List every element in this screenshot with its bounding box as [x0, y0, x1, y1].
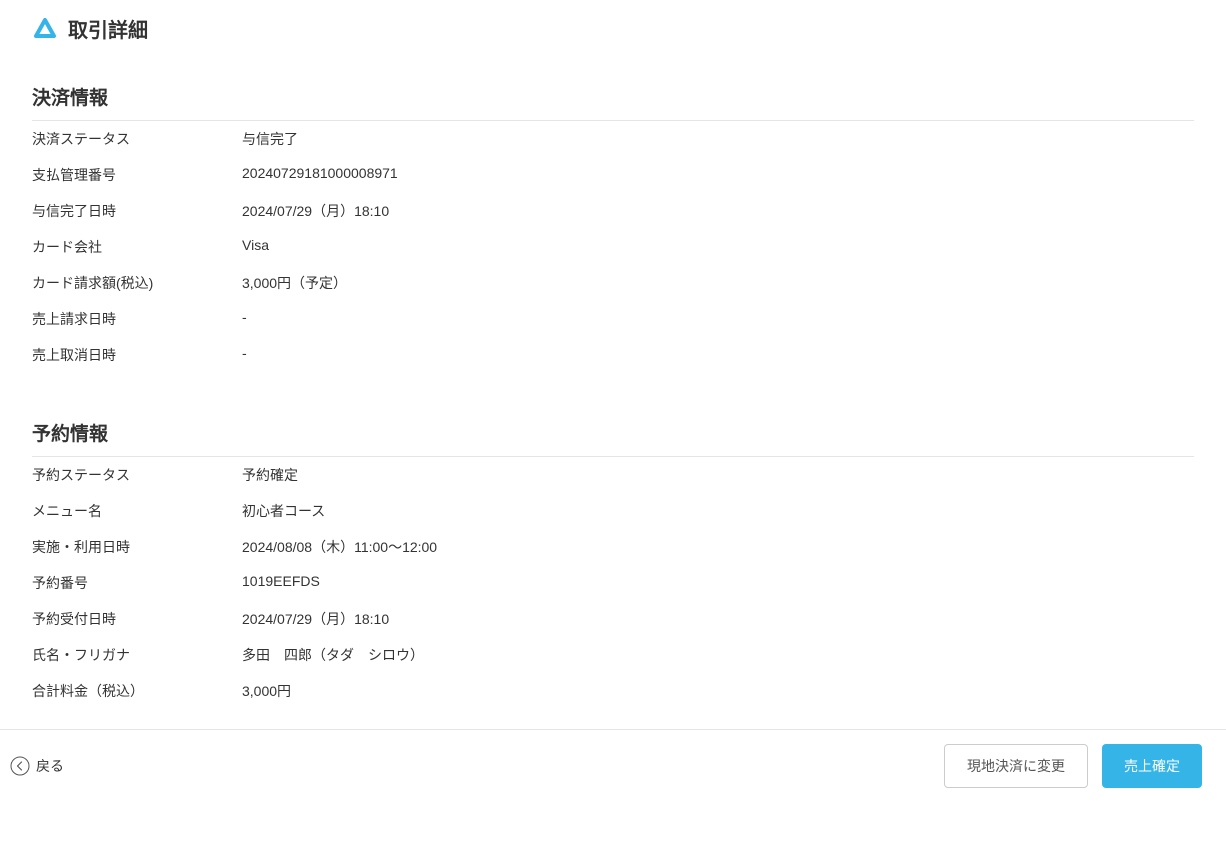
footer: 戻る 現地決済に変更 売上確定: [0, 729, 1226, 802]
info-row: 予約番号 1019EEFDS: [32, 565, 1194, 601]
reservation-accept-date-label: 予約受付日時: [32, 609, 242, 629]
info-row: 合計料金（税込） 3,000円: [32, 673, 1194, 709]
footer-buttons: 現地決済に変更 売上確定: [944, 744, 1202, 788]
reservation-number-label: 予約番号: [32, 573, 242, 593]
menu-name-label: メニュー名: [32, 501, 242, 521]
info-row: 実施・利用日時 2024/08/08（木）11:00〜12:00: [32, 529, 1194, 565]
info-row: 決済ステータス 与信完了: [32, 121, 1194, 157]
info-row: 売上請求日時 -: [32, 301, 1194, 337]
payment-section-title: 決済情報: [32, 83, 1194, 121]
reservation-accept-date-value: 2024/07/29（月）18:10: [242, 609, 389, 629]
payment-mgmt-number-value: 20240729181000008971: [242, 165, 398, 185]
reservation-status-value: 予約確定: [242, 465, 298, 485]
payment-status-value: 与信完了: [242, 129, 298, 149]
info-row: 氏名・フリガナ 多田 四郎（タダ シロウ）: [32, 637, 1194, 673]
info-row: 予約受付日時 2024/07/29（月）18:10: [32, 601, 1194, 637]
name-value: 多田 四郎（タダ シロウ）: [242, 645, 424, 665]
total-label: 合計料金（税込）: [32, 681, 242, 701]
auth-complete-date-label: 与信完了日時: [32, 201, 242, 221]
menu-name-value: 初心者コース: [242, 501, 325, 521]
back-link[interactable]: 戻る: [10, 756, 64, 776]
back-arrow-icon: [10, 756, 30, 776]
change-to-onsite-button[interactable]: 現地決済に変更: [944, 744, 1088, 788]
total-value: 3,000円: [242, 681, 291, 701]
card-charge-label: カード請求額(税込): [32, 273, 242, 293]
page-title: 取引詳細: [68, 14, 148, 43]
card-company-label: カード会社: [32, 237, 242, 257]
confirm-sales-button[interactable]: 売上確定: [1102, 744, 1202, 788]
info-row: 与信完了日時 2024/07/29（月）18:10: [32, 193, 1194, 229]
card-charge-value: 3,000円（予定）: [242, 273, 347, 293]
info-row: メニュー名 初心者コース: [32, 493, 1194, 529]
name-label: 氏名・フリガナ: [32, 645, 242, 665]
usage-date-value: 2024/08/08（木）11:00〜12:00: [242, 537, 437, 557]
payment-mgmt-number-label: 支払管理番号: [32, 165, 242, 185]
sales-cancel-date-label: 売上取消日時: [32, 345, 242, 365]
sales-request-date-value: -: [242, 309, 247, 329]
card-company-value: Visa: [242, 237, 269, 257]
sales-request-date-label: 売上請求日時: [32, 309, 242, 329]
reservation-number-value: 1019EEFDS: [242, 573, 320, 593]
sales-cancel-date-value: -: [242, 345, 247, 365]
info-row: 予約ステータス 予約確定: [32, 457, 1194, 493]
info-row: カード請求額(税込) 3,000円（予定）: [32, 265, 1194, 301]
auth-complete-date-value: 2024/07/29（月）18:10: [242, 201, 389, 221]
payment-status-label: 決済ステータス: [32, 129, 242, 149]
triangle-icon: [32, 16, 58, 42]
reservation-section: 予約情報 予約ステータス 予約確定 メニュー名 初心者コース 実施・利用日時 2…: [32, 419, 1194, 709]
page-header: 取引詳細: [32, 14, 1194, 43]
usage-date-label: 実施・利用日時: [32, 537, 242, 557]
info-row: 売上取消日時 -: [32, 337, 1194, 373]
back-label: 戻る: [36, 756, 64, 776]
reservation-status-label: 予約ステータス: [32, 465, 242, 485]
payment-section: 決済情報 決済ステータス 与信完了 支払管理番号 202407291810000…: [32, 83, 1194, 373]
info-row: カード会社 Visa: [32, 229, 1194, 265]
reservation-section-title: 予約情報: [32, 419, 1194, 457]
info-row: 支払管理番号 20240729181000008971: [32, 157, 1194, 193]
